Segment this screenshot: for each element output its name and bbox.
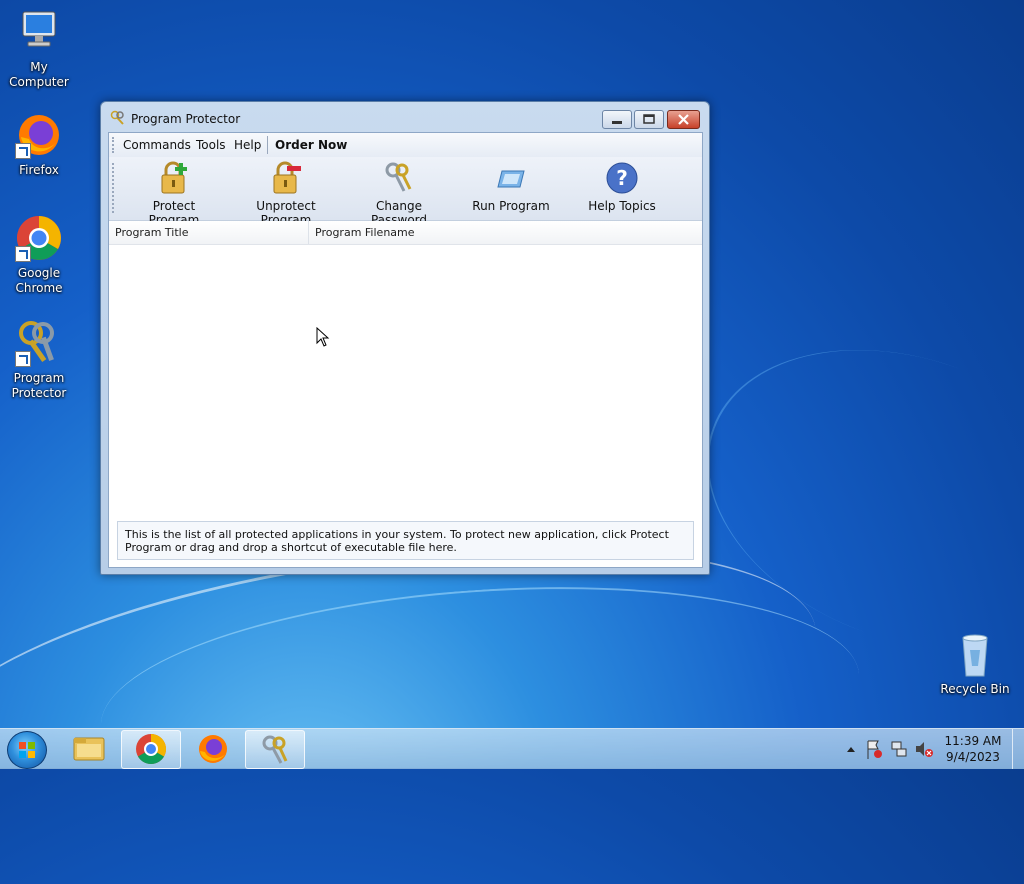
menu-help[interactable]: Help [234, 138, 261, 152]
maximize-button[interactable] [634, 110, 664, 129]
shortcut-arrow-icon [15, 143, 31, 159]
toolbar: Protect Program Unprotect Program Change… [109, 157, 702, 227]
shortcut-arrow-icon [15, 246, 31, 262]
close-button[interactable] [667, 110, 700, 129]
lock-add-icon [157, 161, 191, 195]
menu-order-now[interactable]: Order Now [275, 138, 347, 152]
volume-tray-button[interactable] [914, 729, 934, 769]
start-button[interactable] [7, 731, 47, 769]
help-topics-button[interactable]: ? Help Topics [579, 161, 665, 213]
action-center-tray-button[interactable] [864, 729, 884, 769]
column-header-program-title[interactable]: Program Title [115, 226, 188, 239]
unprotect-program-button[interactable]: Unprotect Program [234, 161, 338, 227]
minimize-button[interactable] [602, 110, 632, 129]
firefox-icon [199, 735, 227, 763]
lock-remove-icon [269, 161, 303, 195]
toolbar-grip[interactable] [112, 163, 114, 213]
desktop-icon-my-computer[interactable]: My Computer [1, 8, 77, 90]
run-program-label: Run Program [472, 199, 550, 213]
desktop-icon-firefox[interactable]: Firefox [1, 111, 77, 178]
desktop-icon-label: Firefox [19, 163, 59, 177]
chrome-icon [15, 214, 63, 262]
volume-muted-icon [916, 742, 933, 757]
svg-text:?: ? [616, 166, 628, 190]
desktop-icon-google-chrome[interactable]: Google Chrome [1, 214, 77, 296]
column-divider[interactable] [308, 221, 309, 244]
desktop-icon-label: My Computer [9, 60, 69, 89]
flag-alert-icon [867, 740, 882, 759]
show-desktop-button[interactable] [1012, 729, 1024, 769]
recycle-bin-icon [951, 630, 999, 678]
menu-commands[interactable]: Commands [123, 138, 191, 152]
chevron-up-icon [847, 747, 855, 752]
network-tray-button[interactable] [889, 729, 909, 769]
list-header: Program Title Program Filename [109, 221, 702, 245]
menu-bar: Commands Tools Help Order Now [109, 133, 702, 157]
window-client-area: Commands Tools Help Order Now Protect Pr… [108, 132, 703, 568]
firefox-icon [15, 111, 63, 159]
network-icon [891, 741, 907, 757]
desktop-icon-program-protector[interactable]: Program Protector [1, 319, 77, 401]
column-header-program-filename[interactable]: Program Filename [315, 226, 415, 239]
protect-program-button[interactable]: Protect Program [129, 161, 219, 227]
clock[interactable]: 11:39 AM 9/4/2023 [938, 733, 1008, 765]
menu-separator [267, 136, 268, 154]
menubar-grip[interactable] [112, 137, 114, 153]
show-hidden-icons-button[interactable] [844, 729, 858, 769]
change-password-button[interactable]: Change Password [349, 161, 449, 227]
program-list[interactable] [109, 245, 702, 515]
taskbar-explorer-button[interactable] [60, 730, 118, 767]
clock-time: 11:39 AM [944, 734, 1002, 748]
desktop-icon-label: Recycle Bin [940, 682, 1010, 696]
computer-icon [15, 8, 63, 56]
keys-icon [262, 735, 288, 764]
desktop-icon-label: Google Chrome [15, 266, 63, 295]
keys-icon [15, 319, 63, 367]
taskbar: 11:39 AM 9/4/2023 [0, 728, 1024, 769]
desktop-icon-recycle-bin[interactable]: Recycle Bin [937, 630, 1013, 697]
help-topics-label: Help Topics [588, 199, 656, 213]
clock-date: 9/4/2023 [946, 750, 1000, 764]
shortcut-arrow-icon [15, 351, 31, 367]
taskbar-chrome-button[interactable] [121, 730, 181, 769]
keys-icon [382, 161, 416, 195]
desktop-icon-label: Program Protector [11, 371, 67, 400]
keys-icon [110, 110, 126, 126]
folder-icon [73, 737, 105, 761]
title-bar[interactable]: Program Protector [101, 102, 709, 132]
program-protector-window: Program Protector Commands Tools Help Or… [100, 101, 710, 575]
menu-tools[interactable]: Tools [196, 138, 226, 152]
run-window-icon [494, 161, 528, 195]
info-text: This is the list of all protected applic… [125, 528, 669, 554]
run-program-button[interactable]: Run Program [469, 161, 553, 213]
mouse-cursor-icon [316, 326, 330, 350]
help-icon: ? [605, 161, 639, 195]
windows-logo-icon [19, 742, 35, 758]
taskbar-firefox-button[interactable] [184, 730, 242, 767]
window-title: Program Protector [131, 112, 241, 126]
chrome-icon [136, 734, 167, 765]
info-panel: This is the list of all protected applic… [117, 521, 694, 560]
taskbar-program-protector-button[interactable] [245, 730, 305, 769]
